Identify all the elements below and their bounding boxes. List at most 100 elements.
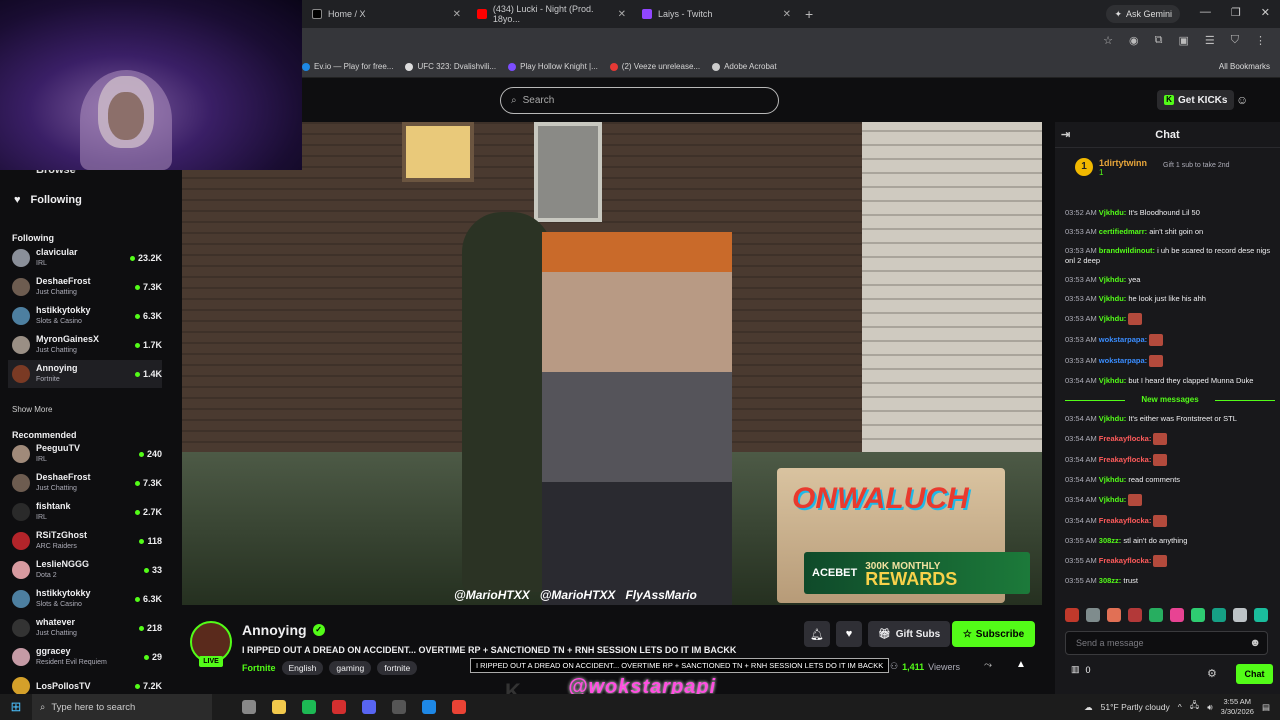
message-username[interactable]: 308zz: xyxy=(1099,536,1124,545)
bookmark-item[interactable]: (2) Veeze unrelease... xyxy=(609,62,700,71)
app-icon[interactable] xyxy=(392,700,406,714)
all-bookmarks[interactable]: All Bookmarks xyxy=(1219,62,1270,71)
video-player[interactable]: ONWALUCH ACEBET 300K MONTHLY REWARDS @Mar… xyxy=(182,122,1042,605)
search-input[interactable]: ⌕ Search xyxy=(500,87,779,114)
notification-bell-button[interactable]: 🔔︎ xyxy=(804,621,830,647)
volume-icon[interactable]: 🔊︎ xyxy=(1207,702,1212,713)
gift-subs-button[interactable]: 🎁︎ Gift Subs xyxy=(868,621,951,647)
message-username[interactable]: Freakayflocka: xyxy=(1099,434,1154,443)
emote-icon[interactable] xyxy=(1149,608,1163,622)
menu-lines-icon[interactable]: ☰ xyxy=(1205,34,1215,47)
close-icon[interactable]: ✕ xyxy=(453,9,461,20)
tag-pill[interactable]: English xyxy=(281,661,324,675)
bookmark-item[interactable]: UFC 323: Dvalishvili... xyxy=(405,62,496,71)
get-kicks-button[interactable]: K Get KICKs xyxy=(1157,90,1235,110)
message-username[interactable]: Vjkhdu: xyxy=(1099,475,1129,484)
sidebar-channel[interactable]: LeslieNGGG Dota 2 33 xyxy=(8,556,162,584)
ask-gemini-button[interactable]: ✦ Ask Gemini xyxy=(1106,5,1180,23)
streamer-name[interactable]: Annoying ✓ xyxy=(242,622,325,638)
sidebar-channel[interactable]: hstikkytokky Slots & Casino 6.3K xyxy=(8,585,162,613)
app-icon[interactable] xyxy=(332,700,346,714)
weather-text[interactable]: 51°F Partly cloudy xyxy=(1101,702,1170,712)
sidebar-channel[interactable]: ggracey Resident Evil Requiem 29 xyxy=(8,643,162,671)
sidebar-channel[interactable]: whatever Just Chatting 218 xyxy=(8,614,162,642)
sidebar-channel[interactable]: hstikkytokky Slots & Casino 6.3K xyxy=(8,302,162,330)
emote-icon[interactable] xyxy=(1065,608,1079,622)
message-username[interactable]: Vjkhdu: xyxy=(1099,294,1129,303)
sidebar-channel[interactable]: RSiTzGhost ARC Raiders 118 xyxy=(8,527,162,555)
tab-twitch[interactable]: Laiys - Twitch ✕ xyxy=(632,0,797,28)
message-username[interactable]: Freakayflocka: xyxy=(1099,455,1154,464)
message-username[interactable]: 308zz: xyxy=(1099,576,1124,585)
message-username[interactable]: Vjkhdu: xyxy=(1099,414,1129,423)
notification-icon[interactable]: ▤ xyxy=(1262,702,1270,713)
tag-pill[interactable]: gaming xyxy=(329,661,372,675)
more-icon[interactable]: ⋮ xyxy=(1255,34,1266,47)
collapse-chat-icon[interactable]: ⇥ xyxy=(1061,128,1070,141)
minimize-icon[interactable]: — xyxy=(1200,6,1211,19)
message-username[interactable]: Freakayflocka: xyxy=(1099,516,1154,525)
bookmark-item[interactable]: Ev.io — Play for free... xyxy=(302,62,393,71)
close-icon[interactable]: ✕ xyxy=(618,9,626,20)
sidebar-following-nav[interactable]: ♥ Following xyxy=(14,194,82,206)
shield-icon[interactable]: ⛉ xyxy=(1231,34,1239,47)
extension-icon[interactable]: ◉ xyxy=(1129,34,1139,47)
chrome-icon[interactable] xyxy=(452,700,466,714)
message-username[interactable]: wokstarpapa: xyxy=(1099,335,1149,344)
bookmark-item[interactable]: Adobe Acrobat xyxy=(712,62,777,71)
new-tab-button[interactable]: + xyxy=(805,6,813,22)
chat-message-input[interactable]: Send a message ☻ xyxy=(1065,631,1268,655)
emote-icon[interactable] xyxy=(1128,608,1142,622)
emote-icon[interactable] xyxy=(1233,608,1247,622)
file-explorer-icon[interactable] xyxy=(272,700,286,714)
subscribe-button[interactable]: ☆ Subscribe xyxy=(952,621,1035,647)
sidebar-channel[interactable]: DeshaeFrost Just Chatting 7.3K xyxy=(8,273,162,301)
clock[interactable]: 3:55 AM 3/30/2026 xyxy=(1221,697,1254,717)
message-username[interactable]: brandwildinout: xyxy=(1099,246,1157,255)
close-window-icon[interactable]: ✕ xyxy=(1261,6,1270,19)
message-username[interactable]: Freakayflocka: xyxy=(1099,556,1154,565)
sidebar-channel[interactable]: clavicular IRL 23.2K xyxy=(8,244,162,272)
emote-icon[interactable] xyxy=(1254,608,1268,622)
message-username[interactable]: Vjkhdu: xyxy=(1099,376,1129,385)
emote-icon[interactable] xyxy=(1086,608,1100,622)
report-icon[interactable]: ▲ xyxy=(1016,659,1026,670)
tab-youtube[interactable]: (434) Lucki - Night (Prod. 18yo... ✕ xyxy=(467,0,632,28)
bookmark-item[interactable]: Play Hollow Knight |... xyxy=(508,62,598,71)
sidebar-channel[interactable]: DeshaeFrost Just Chatting 7.3K xyxy=(8,469,162,497)
gear-icon[interactable]: ⚙ xyxy=(1207,667,1217,680)
user-menu-icon[interactable]: ☺ xyxy=(1236,93,1248,107)
tab-home-x[interactable]: Home / X ✕ xyxy=(302,0,467,28)
star-icon[interactable]: ☆ xyxy=(1103,34,1113,47)
points-icon[interactable]: ▥ xyxy=(1071,664,1080,675)
maximize-icon[interactable]: ❐ xyxy=(1231,6,1241,19)
close-icon[interactable]: ✕ xyxy=(783,9,791,20)
discord-icon[interactable] xyxy=(362,700,376,714)
emoji-icon[interactable]: ☻ xyxy=(1249,637,1261,649)
spotify-icon[interactable] xyxy=(302,700,316,714)
emote-icon[interactable] xyxy=(1170,608,1184,622)
chevron-up-icon[interactable]: ^ xyxy=(1178,702,1182,712)
sidebar-channel[interactable]: MyronGainesX Just Chatting 1.7K xyxy=(8,331,162,359)
taskbar-search-input[interactable]: ⌕ Type here to search xyxy=(32,694,212,720)
edge-icon[interactable] xyxy=(422,700,436,714)
gifter-name[interactable]: 1dirtytwinn xyxy=(1099,158,1147,168)
message-username[interactable]: certifiedmarr: xyxy=(1099,227,1149,236)
sidebar-channel[interactable]: Annoying Fortnite 1.4K xyxy=(8,360,162,388)
emote-icon[interactable] xyxy=(1212,608,1226,622)
emote-icon[interactable] xyxy=(1191,608,1205,622)
message-username[interactable]: Vjkhdu: xyxy=(1099,208,1129,217)
message-username[interactable]: Vjkhdu: xyxy=(1099,495,1129,504)
message-username[interactable]: Vjkhdu: xyxy=(1099,314,1129,323)
cast-icon[interactable]: ▣ xyxy=(1178,34,1188,47)
emote-icon[interactable] xyxy=(1107,608,1121,622)
category-link[interactable]: Fortnite xyxy=(242,663,276,673)
follow-button[interactable]: ♥ xyxy=(836,621,862,647)
share-icon[interactable]: ⤳ xyxy=(984,660,992,671)
message-username[interactable]: wokstarpapa: xyxy=(1099,356,1149,365)
windows-start-icon[interactable]: ⊞ xyxy=(0,694,32,720)
sidebar-channel[interactable]: fishtank IRL 2.7K xyxy=(8,498,162,526)
puzzle-icon[interactable]: ⧉ xyxy=(1155,34,1163,47)
message-username[interactable]: Vjkhdu: xyxy=(1099,275,1129,284)
chat-send-button[interactable]: Chat xyxy=(1236,664,1273,684)
